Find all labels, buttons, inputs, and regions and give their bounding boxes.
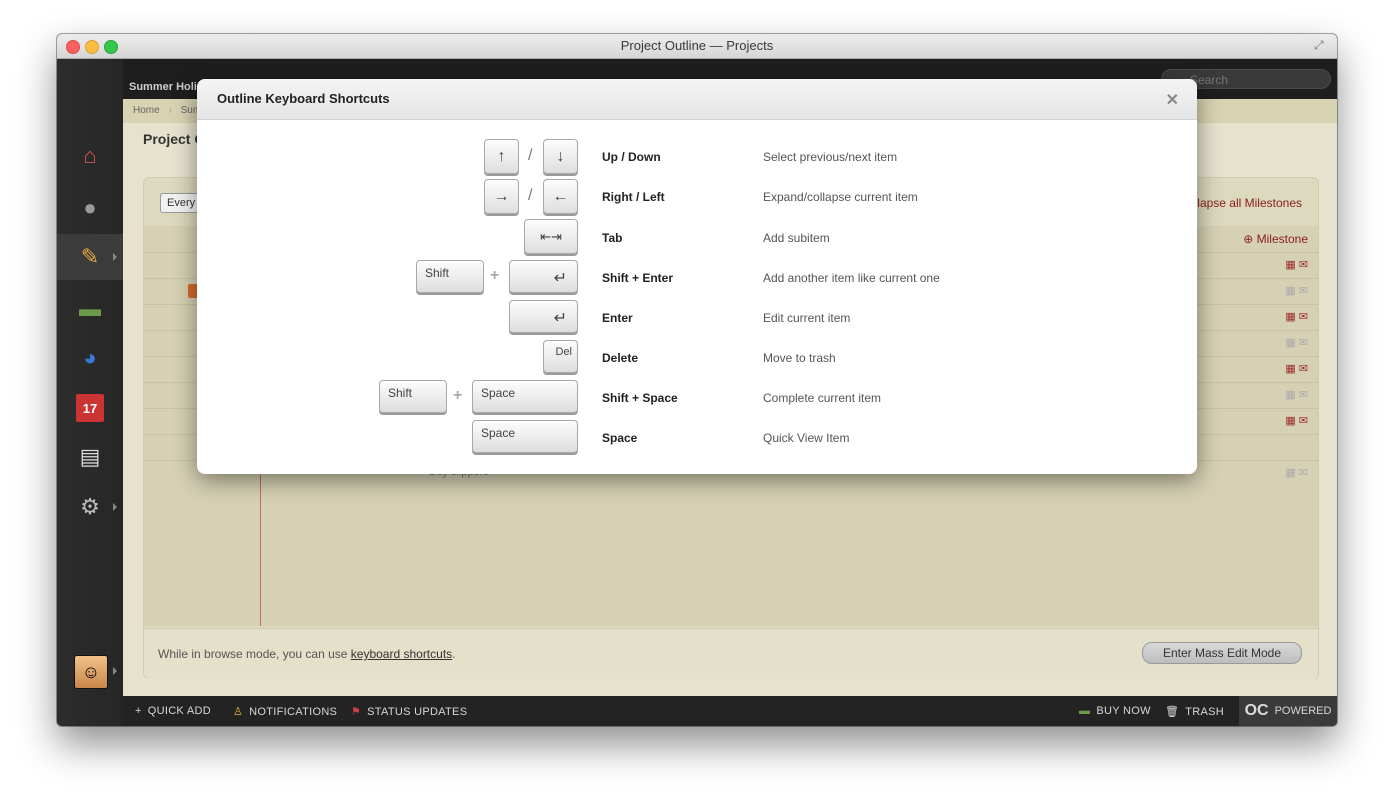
key-enter: ↵ [509, 260, 578, 293]
shortcut-desc: Edit current item [763, 311, 851, 325]
modal-overlay: Outline Keyboard Shortcuts ✕ ↑ / ↓ Up / … [0, 0, 1394, 805]
modal-title: Outline Keyboard Shortcuts [217, 91, 390, 106]
key-shift: Shift [416, 260, 484, 293]
key-down: ↓ [543, 139, 578, 174]
modal-header: Outline Keyboard Shortcuts ✕ [197, 79, 1197, 120]
shortcut-desc: Select previous/next item [763, 150, 898, 164]
key-separator: / [528, 147, 533, 164]
shortcut-name: Tab [602, 231, 623, 245]
key-tab: ⇤⇥ [524, 219, 578, 254]
key-right: → [484, 179, 519, 214]
shortcut-name: Enter [602, 311, 633, 325]
key-left: ← [543, 179, 578, 214]
key-plus: + [453, 387, 463, 404]
shortcut-desc: Complete current item [763, 391, 882, 405]
key-plus: + [490, 267, 500, 284]
key-enter: ↵ [509, 300, 578, 333]
shortcut-name: Up / Down [602, 150, 661, 164]
shortcut-desc: Expand/collapse current item [763, 190, 918, 204]
shortcut-desc: Add another item like current one [763, 271, 940, 285]
shortcut-desc: Quick View Item [763, 431, 850, 445]
key-shift: Shift [379, 380, 447, 413]
key-up: ↑ [484, 139, 519, 174]
key-space: Space [472, 420, 578, 453]
key-space: Space [472, 380, 578, 413]
key-separator: / [528, 187, 533, 204]
close-icon[interactable]: ✕ [1166, 90, 1179, 110]
shortcut-desc: Add subitem [763, 231, 830, 245]
shortcut-name: Delete [602, 351, 639, 365]
shortcut-name: Space [602, 431, 638, 445]
key-delete: Del [543, 340, 578, 373]
shortcut-name: Right / Left [602, 190, 665, 204]
shortcut-name: Shift + Enter [602, 271, 674, 285]
shortcuts-modal: Outline Keyboard Shortcuts ✕ ↑ / ↓ Up / … [197, 79, 1197, 474]
shortcut-name: Shift + Space [602, 391, 678, 405]
shortcut-desc: Move to trash [763, 351, 836, 365]
